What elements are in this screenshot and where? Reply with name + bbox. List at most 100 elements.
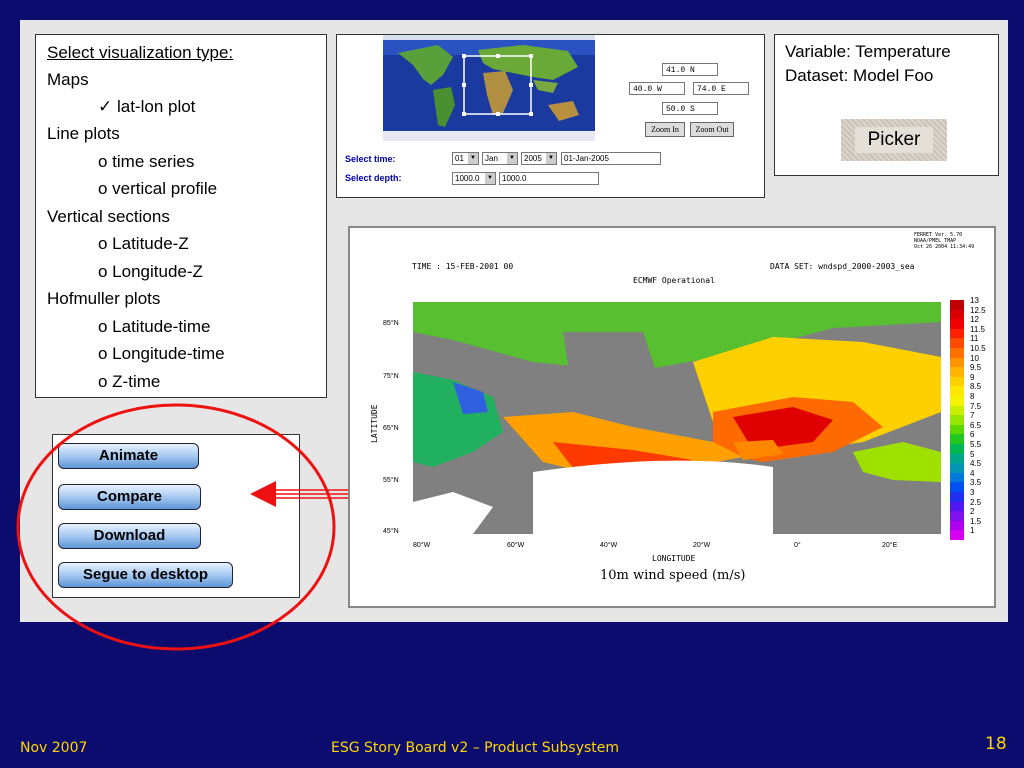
color-scale-label: 3 (970, 488, 975, 497)
wind-speed-map-plot (413, 302, 941, 534)
lat-tick-55n: 55°N (383, 477, 399, 484)
picker-button[interactable]: Picker (855, 127, 933, 153)
color-scale-label: 4 (970, 468, 975, 478)
visualization-type-title: Select visualization type: (47, 43, 234, 62)
option-z-time[interactable]: o Z-time (98, 372, 160, 392)
option-lat-lon-plot[interactable]: ✓ lat-lon plot (98, 97, 195, 117)
color-scale-swatch (950, 367, 964, 377)
color-scale-label: 10 (970, 353, 979, 363)
lon-tick-20w: 20°W (693, 542, 711, 549)
color-scale-label: 8.5 (970, 382, 982, 392)
day-select[interactable]: 01 ▼ (452, 152, 479, 165)
north-coord-field[interactable]: 41.0 N (662, 63, 718, 76)
color-scale-swatch (950, 348, 964, 358)
lat-tick-75n: 75°N (383, 373, 399, 380)
color-scale-swatch (950, 453, 964, 464)
lon-tick-80w: 80°W (413, 542, 431, 549)
color-scale-label: 7 (970, 411, 975, 421)
color-scale-swatch (950, 482, 964, 492)
chevron-down-icon: ▼ (507, 153, 517, 164)
color-scale-label: 9.5 (970, 363, 982, 373)
option-longitude-time[interactable]: o Longitude-time (98, 344, 225, 364)
color-scale-label: 5.5 (970, 440, 982, 449)
color-scale-swatch (950, 511, 964, 521)
color-scale-swatch (950, 444, 964, 454)
color-scale-label: 3.5 (970, 478, 982, 488)
color-scale-swatch (950, 530, 964, 540)
plot-y-axis-label: LATITUDE (370, 404, 379, 443)
color-scale-swatch (950, 405, 964, 416)
category-maps: Maps (47, 70, 89, 89)
color-scale-label: 1 (970, 526, 975, 536)
color-scale-label: 6.5 (970, 420, 982, 430)
option-time-series[interactable]: o time series (98, 152, 194, 172)
slide-number: 18 (985, 734, 1007, 754)
color-scale-swatch (950, 338, 964, 348)
east-coord-field[interactable]: 74.0 E (693, 82, 749, 95)
color-scale-swatch (950, 472, 964, 483)
color-scale-label: 8 (970, 392, 975, 401)
compare-button[interactable]: Compare (58, 484, 201, 510)
world-map-thumbnail[interactable] (383, 35, 595, 141)
color-scale-swatch (950, 386, 964, 396)
color-scale-label: 4.5 (970, 459, 982, 469)
category-vertical-sections: Vertical sections (47, 207, 170, 226)
lat-tick-85n: 85°N (383, 320, 399, 327)
south-coord-field[interactable]: 50.0 S (662, 102, 718, 115)
segue-to-desktop-button[interactable]: Segue to desktop (58, 562, 233, 588)
month-select[interactable]: Jan ▼ (482, 152, 518, 165)
color-scale-label: 12.5 (970, 305, 986, 315)
color-scale-label: 6 (970, 430, 975, 440)
color-scale-swatch (950, 309, 964, 320)
option-latitude-z[interactable]: o Latitude-Z (98, 234, 189, 254)
color-scale-label: 12 (970, 315, 979, 325)
download-button[interactable]: Download (58, 523, 201, 549)
plot-subtitle: ECMWF Operational (633, 276, 715, 285)
select-time-label: Select time: (345, 154, 396, 164)
select-depth-label: Select depth: (345, 173, 402, 183)
chevron-down-icon: ▼ (468, 153, 478, 164)
color-scale-swatch (950, 319, 964, 329)
depth-select[interactable]: 1000.0 ▼ (452, 172, 496, 185)
lon-tick-20e: 20°E (882, 542, 898, 549)
color-scale-label: 13 (970, 296, 979, 305)
chevron-down-icon: ▼ (546, 153, 556, 164)
date-text-field[interactable]: 01-Jan-2005 (561, 152, 661, 165)
color-scale-swatch (950, 300, 964, 310)
color-scale-label: 1.5 (970, 516, 982, 526)
color-scale-label: 2.5 (970, 497, 982, 507)
option-latitude-time[interactable]: o Latitude-time (98, 317, 210, 337)
lon-tick-0: 0° (794, 542, 801, 549)
color-scale-swatch (950, 396, 964, 406)
plot-header-info: FERRET Ver. 5.70 NOAA/PMEL TMAP Oct 26 2… (914, 232, 975, 250)
animate-button[interactable]: Animate (58, 443, 199, 469)
option-vertical-profile[interactable]: o vertical profile (98, 179, 217, 199)
color-scale-label: 9 (970, 372, 975, 382)
plot-x-axis-label: LONGITUDE (652, 554, 696, 563)
plot-title: 10m wind speed (m/s) (600, 568, 746, 583)
year-select[interactable]: 2005 ▼ (521, 152, 557, 165)
variable-info-panel: Variable: Temperature Dataset: Model Foo… (774, 34, 999, 176)
plot-dataset-label: DATA SET: wndspd_2000-2003_sea (770, 262, 915, 271)
lon-tick-40w: 40°W (600, 542, 618, 549)
option-longitude-z[interactable]: o Longitude-Z (98, 262, 203, 282)
color-scale-label: 11.5 (970, 324, 985, 334)
color-scale-label: 11 (970, 334, 979, 344)
color-scale-label: 5 (970, 449, 975, 459)
depth-text-field[interactable]: 1000.0 (499, 172, 599, 185)
category-hofmuller-plots: Hofmuller plots (47, 289, 161, 308)
west-coord-field[interactable]: 40.0 W (629, 82, 685, 95)
color-scale-swatch (950, 492, 964, 502)
plot-time-label: TIME : 15-FEB-2001 00 (412, 262, 514, 271)
zoom-out-button[interactable]: Zoom Out (690, 122, 734, 137)
color-scale-swatch (950, 415, 964, 425)
color-scale-swatch (950, 501, 964, 512)
color-scale-label: 10.5 (970, 344, 986, 353)
footer-title: ESG Story Board v2 – Product Subsystem (331, 740, 620, 756)
zoom-in-button[interactable]: Zoom In (645, 122, 685, 137)
color-scale-label: 2 (970, 507, 975, 517)
variable-label: Variable: Temperature (785, 42, 951, 61)
color-scale-swatch (950, 376, 964, 387)
lon-tick-60w: 60°W (507, 542, 525, 549)
color-scale-swatch (950, 434, 964, 444)
